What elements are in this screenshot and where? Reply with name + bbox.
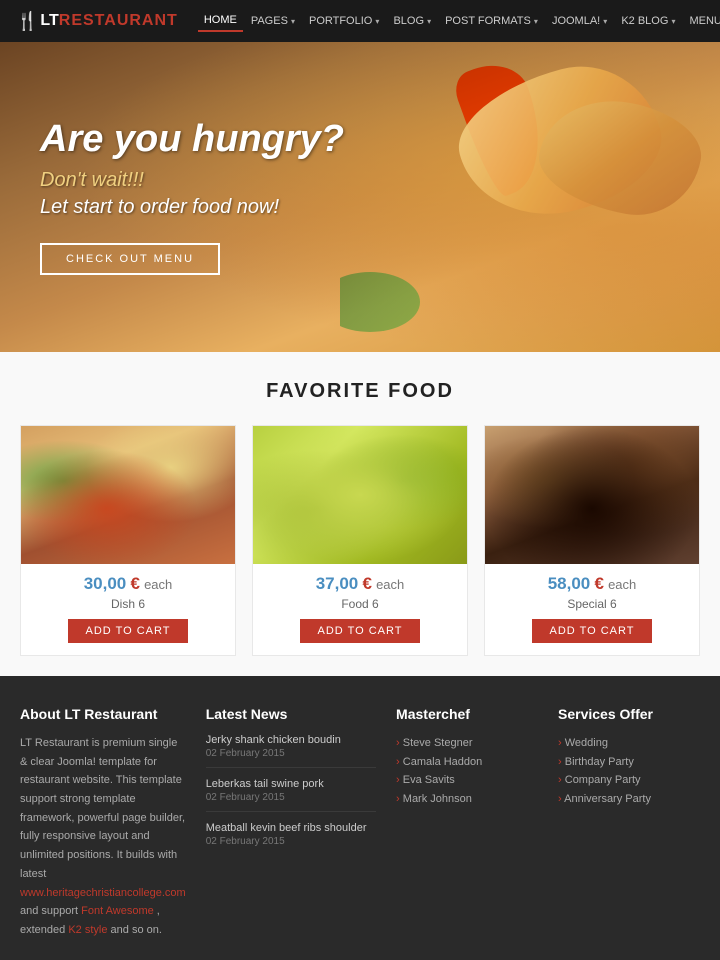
food-price-2: 37,00 € each	[253, 574, 467, 594]
checkout-menu-button[interactable]: CHECK OUT MENU	[40, 243, 220, 275]
news-item-2: Leberkas tail swine pork 02 February 201…	[206, 778, 376, 812]
food-name-1: Dish 6	[21, 597, 235, 611]
news-title-1: Jerky shank chicken boudin	[206, 734, 376, 746]
footer-latest-news: Latest News Jerky shank chicken boudin 0…	[206, 706, 376, 940]
service-item-2: Birthday Party	[558, 753, 700, 772]
service-link-2[interactable]: Birthday Party	[565, 756, 634, 768]
price-each-3: each	[608, 577, 636, 592]
price-currency-2: €	[362, 574, 371, 593]
services-list: Wedding Birthday Party Company Party Ann…	[558, 734, 700, 809]
service-item-4: Anniversary Party	[558, 790, 700, 809]
food-image-1	[21, 426, 235, 564]
price-amount-2: 37,00	[316, 574, 359, 593]
add-to-cart-button-1[interactable]: ADD TO CART	[68, 619, 189, 643]
price-each-1: each	[144, 577, 172, 592]
news-title-3: Meatball kevin beef ribs shoulder	[206, 822, 376, 834]
hero-content: Are you hungry? Don't wait!!! Let start …	[0, 119, 344, 275]
main-nav: HOME PAGES ▾ PORTFOLIO ▾ BLOG ▾ POST FOR…	[198, 10, 720, 32]
masterchef-list: Steve Stegner Camala Haddon Eva Savits M…	[396, 734, 538, 809]
news-date-3: 02 February 2015	[206, 836, 376, 847]
nav-blog[interactable]: BLOG ▾	[387, 11, 437, 31]
logo-fork-icon: 🍴	[16, 11, 38, 32]
price-currency-3: €	[594, 574, 603, 593]
footer-font-awesome-link[interactable]: Font Awesome	[81, 905, 154, 917]
masterchef-link-3[interactable]: Eva Savits	[403, 774, 455, 786]
hero-headline: Are you hungry?	[40, 119, 344, 161]
masterchef-link-2[interactable]: Camala Haddon	[403, 756, 483, 768]
hero-section: Are you hungry? Don't wait!!! Let start …	[0, 42, 720, 352]
logo-restaurant-text: RESTAURANT	[59, 12, 178, 30]
hero-food-decoration	[340, 42, 720, 352]
news-title-2: Leberkas tail swine pork	[206, 778, 376, 790]
food-grid: 30,00 € each Dish 6 ADD TO CART 37,00 € …	[20, 425, 700, 656]
nav-portfolio[interactable]: PORTFOLIO ▾	[303, 11, 385, 31]
masterchef-link-1[interactable]: Steve Stegner	[403, 737, 473, 749]
masterchef-item-3: Eva Savits	[396, 771, 538, 790]
food-green-decoration	[340, 272, 420, 332]
add-to-cart-button-2[interactable]: ADD TO CART	[300, 619, 421, 643]
service-item-1: Wedding	[558, 734, 700, 753]
footer-masterchef: Masterchef Steve Stegner Camala Haddon E…	[396, 706, 538, 940]
masterchef-link-4[interactable]: Mark Johnson	[403, 793, 472, 805]
food-card-2: 37,00 € each Food 6 ADD TO CART	[252, 425, 468, 656]
food-image-3	[485, 426, 699, 564]
service-link-3[interactable]: Company Party	[565, 774, 641, 786]
footer-about: About LT Restaurant LT Restaurant is pre…	[20, 706, 186, 940]
footer-website-link[interactable]: www.heritagechristiancollege.com	[20, 887, 186, 899]
footer-news-title: Latest News	[206, 706, 376, 722]
site-logo: 🍴 LT RESTAURANT	[16, 11, 178, 32]
food-card-3: 58,00 € each Special 6 ADD TO CART	[484, 425, 700, 656]
footer-about-text: LT Restaurant is premium single & clear …	[20, 734, 186, 940]
price-amount-3: 58,00	[548, 574, 591, 593]
footer-services: Services Offer Wedding Birthday Party Co…	[558, 706, 700, 940]
nav-home[interactable]: HOME	[198, 10, 243, 32]
food-price-1: 30,00 € each	[21, 574, 235, 594]
favorite-food-section: FAVORITE FOOD 30,00 € each Dish 6 ADD TO…	[0, 352, 720, 676]
food-price-3: 58,00 € each	[485, 574, 699, 594]
price-each-2: each	[376, 577, 404, 592]
hero-sub1: Don't wait!!!	[40, 169, 344, 192]
footer-about-title: About LT Restaurant	[20, 706, 186, 722]
add-to-cart-button-3[interactable]: ADD TO CART	[532, 619, 653, 643]
footer-k2-style-link[interactable]: K2 style	[68, 924, 107, 936]
nav-post-formats[interactable]: POST FORMATS ▾	[439, 11, 544, 31]
logo-lt-text: LT	[40, 12, 58, 30]
service-link-4[interactable]: Anniversary Party	[564, 793, 651, 805]
nav-k2-blog[interactable]: K2 BLOG ▾	[615, 11, 681, 31]
footer-masterchef-title: Masterchef	[396, 706, 538, 722]
nav-pages[interactable]: PAGES ▾	[245, 11, 301, 31]
news-date-2: 02 February 2015	[206, 792, 376, 803]
food-card-1: 30,00 € each Dish 6 ADD TO CART	[20, 425, 236, 656]
footer-services-title: Services Offer	[558, 706, 700, 722]
masterchef-item-2: Camala Haddon	[396, 753, 538, 772]
hero-sub2: Let start to order food now!	[40, 196, 344, 219]
site-footer: About LT Restaurant LT Restaurant is pre…	[0, 676, 720, 960]
nav-menu[interactable]: MENU ▾	[683, 11, 720, 31]
price-amount-1: 30,00	[84, 574, 127, 593]
news-item-3: Meatball kevin beef ribs shoulder 02 Feb…	[206, 822, 376, 855]
price-currency-1: €	[130, 574, 139, 593]
food-name-2: Food 6	[253, 597, 467, 611]
site-header: 🍴 LT RESTAURANT HOME PAGES ▾ PORTFOLIO ▾…	[0, 0, 720, 42]
service-link-1[interactable]: Wedding	[565, 737, 608, 749]
service-item-3: Company Party	[558, 771, 700, 790]
food-image-2	[253, 426, 467, 564]
masterchef-item-4: Mark Johnson	[396, 790, 538, 809]
food-name-3: Special 6	[485, 597, 699, 611]
news-date-1: 02 February 2015	[206, 748, 376, 759]
masterchef-item-1: Steve Stegner	[396, 734, 538, 753]
news-item-1: Jerky shank chicken boudin 02 February 2…	[206, 734, 376, 768]
favorite-food-title: FAVORITE FOOD	[20, 380, 700, 403]
nav-joomla[interactable]: JOOMLA! ▾	[546, 11, 613, 31]
